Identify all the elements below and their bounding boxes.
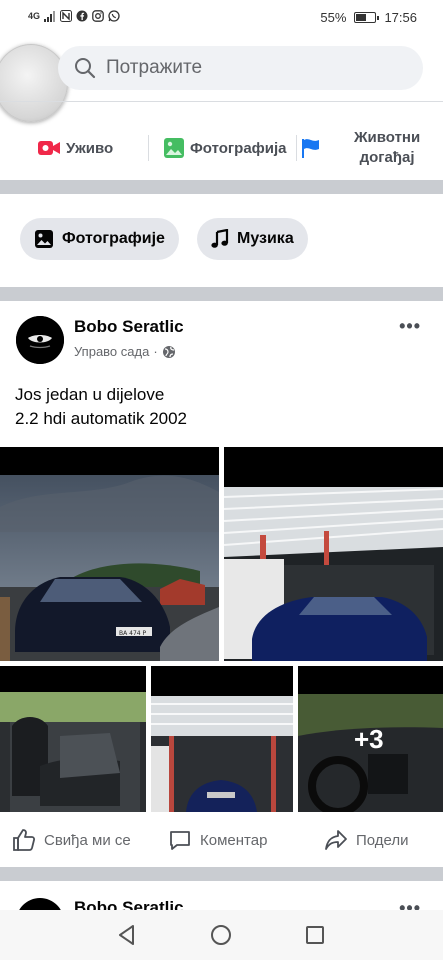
header-divider (0, 101, 443, 102)
status-bar: 4G 55% 17:56 (0, 0, 443, 36)
live-button[interactable]: Уживо (38, 116, 113, 180)
system-navigation-bar (0, 910, 443, 960)
search-bar[interactable]: Потражите (58, 46, 423, 90)
create-post-actions: Уживо Фотографија Животни догађај (0, 116, 443, 180)
facebook-notification-icon (76, 10, 88, 22)
status-icons-left: 4G (28, 10, 120, 22)
post-time[interactable]: Управо сада (74, 344, 149, 359)
battery-percent: 55% (320, 10, 347, 25)
license-plate: BA 474 P (119, 630, 146, 637)
life-event-label-line1: Животни (354, 129, 421, 146)
status-icons-right: 55% 17:56 (320, 10, 417, 25)
search-icon (75, 58, 96, 79)
more-photos-count: +3 (354, 724, 384, 754)
recent-apps-icon[interactable] (304, 924, 326, 946)
signal-icon (44, 10, 56, 22)
post-photo-2[interactable] (224, 447, 443, 661)
post-meta: Управо сада · (74, 344, 176, 359)
life-event-label-line2: догађај (359, 149, 415, 166)
car-interior-rear-photo (0, 666, 146, 812)
post-text-line2: 2.2 hdi automatik 2002 (15, 409, 188, 428)
live-label: Уживо (66, 139, 114, 157)
post-photo-1[interactable]: BA 474 P (0, 447, 219, 661)
comment-label: Коментар (200, 831, 268, 849)
life-event-button[interactable]: Животни догађај (300, 116, 440, 180)
whatsapp-notification-icon (108, 10, 120, 22)
photo-label: Фотографија (190, 139, 287, 157)
battery-icon (354, 12, 380, 23)
search-placeholder: Потражите (106, 57, 203, 78)
post-author-name[interactable]: Bobo Seratlic (74, 317, 184, 337)
post-photo-3[interactable] (0, 666, 146, 812)
meta-dot: · (153, 344, 158, 359)
network-indicator: 4G (28, 11, 41, 21)
home-icon[interactable] (210, 924, 232, 946)
music-chip[interactable]: Музика (197, 218, 308, 260)
photo-icon (164, 138, 184, 158)
share-label: Подели (356, 831, 409, 849)
like-button[interactable]: Свиђа ми се (12, 828, 131, 852)
post-text: Jos jedan u dijelove 2.2 hdi automatik 2… (15, 383, 187, 431)
globe-icon (162, 345, 175, 358)
car-rear-canopy-photo (151, 666, 293, 812)
profile-avatar[interactable] (0, 44, 68, 122)
share-icon (325, 830, 347, 850)
post-text-line1: Jos jedan u dijelove (15, 385, 165, 404)
section-separator (0, 287, 443, 301)
section-separator (0, 867, 443, 881)
photos-chip-label: Фотографије (62, 230, 165, 247)
thumbs-up-icon (13, 829, 36, 851)
share-button[interactable]: Подели (324, 828, 409, 852)
clock: 17:56 (384, 10, 417, 25)
flag-icon (302, 139, 319, 158)
section-separator (0, 180, 443, 194)
nfc-icon (60, 10, 73, 22)
live-video-icon (38, 141, 60, 155)
post-photo-4[interactable] (151, 666, 293, 812)
music-note-icon (211, 229, 229, 248)
back-icon[interactable] (116, 924, 138, 946)
comment-icon (170, 831, 190, 850)
photo-icon (35, 230, 53, 248)
music-chip-label: Музика (237, 230, 294, 247)
comment-button[interactable]: Коментар (168, 828, 267, 852)
post-more-options[interactable]: ••• (399, 316, 421, 337)
instagram-notification-icon (92, 10, 104, 22)
action-separator (296, 135, 297, 161)
like-label: Свиђа ми се (44, 831, 131, 849)
photos-chip[interactable]: Фотографије (20, 218, 179, 260)
photo-button[interactable]: Фотографија (164, 116, 287, 180)
post-actions-bar: Свиђа ми се Коментар Подели (0, 818, 443, 862)
post-author-avatar[interactable] (16, 316, 64, 364)
car-under-canopy-photo (224, 447, 443, 661)
post-photo-5[interactable]: +3 (298, 666, 443, 812)
action-separator (148, 135, 149, 161)
car-front-photo: BA 474 P (0, 447, 219, 661)
